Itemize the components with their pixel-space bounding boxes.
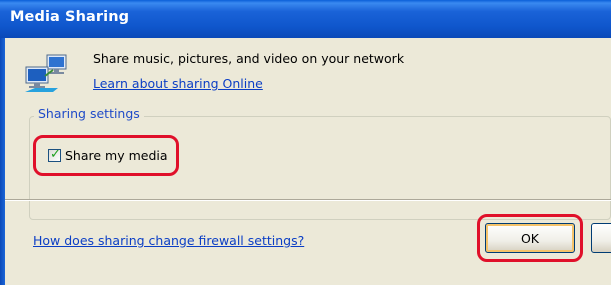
firewall-settings-link[interactable]: How does sharing change firewall setting… [33,233,304,248]
cancel-button-partial[interactable] [591,223,611,253]
learn-about-sharing-link[interactable]: Learn about sharing Online [93,76,263,91]
footer-separator [5,199,611,201]
sharing-description: Share music, pictures, and video on your… [93,51,405,66]
sharing-settings-label: Sharing settings [34,106,144,121]
highlight-ok-button [477,214,583,262]
network-sharing-icon [25,54,67,92]
window-title: Media Sharing [10,9,130,25]
title-bar[interactable]: Media Sharing [0,0,611,38]
media-sharing-dialog: Media Sharing Share music, pictures, and… [0,0,611,285]
highlight-share-my-media [33,135,179,176]
